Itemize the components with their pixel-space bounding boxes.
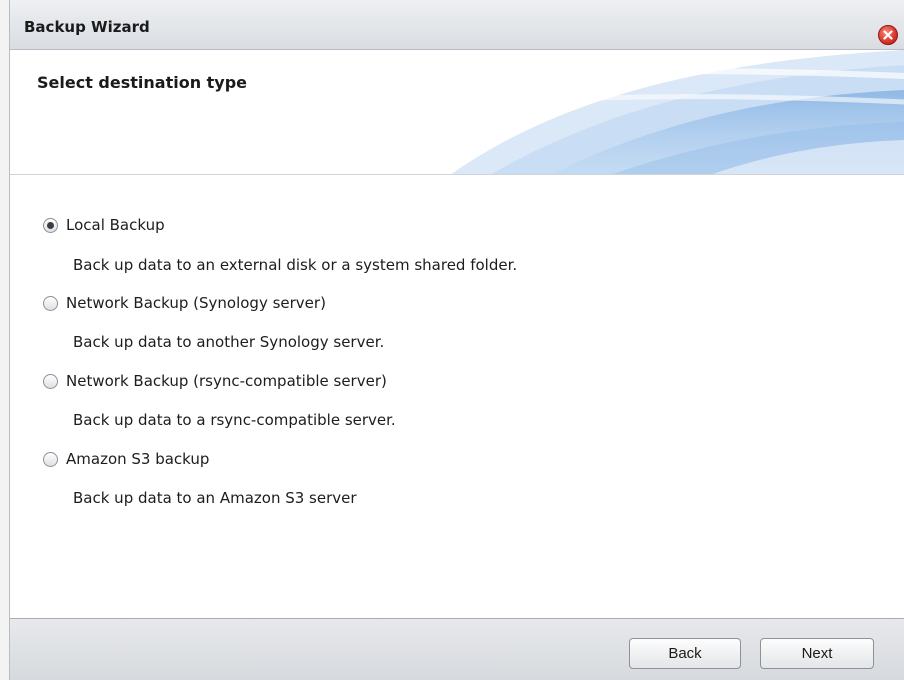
option-description: Back up data to another Synology server. <box>73 333 385 351</box>
option-local-backup[interactable]: Local Backup <box>43 214 165 236</box>
radio-network-backup-rsync[interactable] <box>43 373 58 389</box>
back-button[interactable]: Back <box>629 638 741 669</box>
option-network-backup-synology[interactable]: Network Backup (Synology server) <box>43 292 326 314</box>
close-icon <box>883 30 893 40</box>
option-description: Back up data to an Amazon S3 server <box>73 489 357 507</box>
step-title: Select destination type <box>37 73 248 92</box>
title-bar: Backup Wizard <box>10 0 904 50</box>
window-title: Backup Wizard <box>24 18 150 36</box>
option-label: Network Backup (Synology server) <box>66 294 326 312</box>
option-network-backup-rsync[interactable]: Network Backup (rsync-compatible server) <box>43 370 387 392</box>
option-label: Amazon S3 backup <box>66 450 210 468</box>
option-label: Network Backup (rsync-compatible server) <box>66 372 387 390</box>
radio-network-backup-synology[interactable] <box>43 295 58 311</box>
header-decoration <box>10 50 904 174</box>
option-description: Back up data to a rsync-compatible serve… <box>73 411 396 429</box>
close-button[interactable] <box>878 25 898 45</box>
next-button[interactable]: Next <box>760 638 874 669</box>
wizard-footer: Back Next <box>10 618 904 680</box>
backup-wizard-window: Backup Wizard Select destination type Lo… <box>9 0 904 680</box>
option-description: Back up data to an external disk or a sy… <box>73 256 518 274</box>
radio-amazon-s3-backup[interactable] <box>43 451 58 467</box>
option-label: Local Backup <box>66 216 165 234</box>
destination-options: Local Backup Back up data to an external… <box>10 175 904 618</box>
radio-local-backup[interactable] <box>43 217 58 233</box>
wizard-header: Select destination type <box>10 50 904 175</box>
option-amazon-s3-backup[interactable]: Amazon S3 backup <box>43 448 209 470</box>
